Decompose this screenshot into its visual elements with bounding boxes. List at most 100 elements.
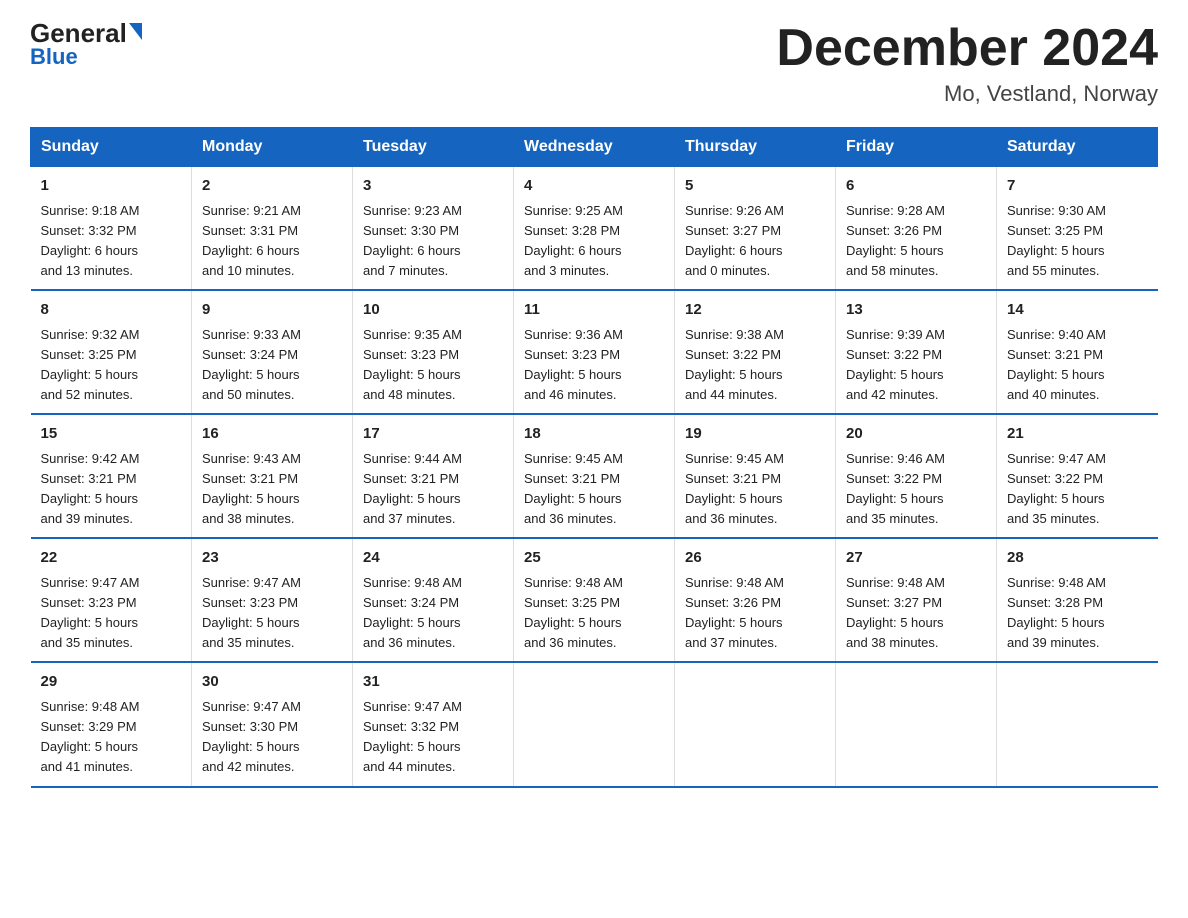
day-info: Sunrise: 9:45 AMSunset: 3:21 PMDaylight:… [685, 449, 825, 530]
calendar-cell [836, 662, 997, 786]
calendar-cell: 15 Sunrise: 9:42 AMSunset: 3:21 PMDaylig… [31, 414, 192, 538]
calendar-cell: 21 Sunrise: 9:47 AMSunset: 3:22 PMDaylig… [997, 414, 1158, 538]
day-info: Sunrise: 9:48 AMSunset: 3:28 PMDaylight:… [1007, 573, 1148, 654]
day-info: Sunrise: 9:46 AMSunset: 3:22 PMDaylight:… [846, 449, 986, 530]
header-row: Sunday Monday Tuesday Wednesday Thursday… [31, 128, 1158, 167]
day-info: Sunrise: 9:47 AMSunset: 3:23 PMDaylight:… [41, 573, 182, 654]
calendar-cell: 7 Sunrise: 9:30 AMSunset: 3:25 PMDayligh… [997, 167, 1158, 291]
day-info: Sunrise: 9:21 AMSunset: 3:31 PMDaylight:… [202, 201, 342, 282]
day-info: Sunrise: 9:32 AMSunset: 3:25 PMDaylight:… [41, 325, 182, 406]
day-info: Sunrise: 9:30 AMSunset: 3:25 PMDaylight:… [1007, 201, 1148, 282]
logo-blue: Blue [30, 44, 78, 70]
calendar-cell: 16 Sunrise: 9:43 AMSunset: 3:21 PMDaylig… [192, 414, 353, 538]
day-info: Sunrise: 9:47 AMSunset: 3:30 PMDaylight:… [202, 697, 342, 778]
header-saturday: Saturday [997, 128, 1158, 167]
day-number: 15 [41, 423, 182, 446]
day-number: 22 [41, 547, 182, 570]
calendar-cell: 23 Sunrise: 9:47 AMSunset: 3:23 PMDaylig… [192, 538, 353, 662]
calendar-week-4: 22 Sunrise: 9:47 AMSunset: 3:23 PMDaylig… [31, 538, 1158, 662]
day-info: Sunrise: 9:36 AMSunset: 3:23 PMDaylight:… [524, 325, 664, 406]
day-number: 11 [524, 299, 664, 322]
logo-general: General [30, 20, 142, 46]
day-number: 8 [41, 299, 182, 322]
calendar-cell: 30 Sunrise: 9:47 AMSunset: 3:30 PMDaylig… [192, 662, 353, 786]
calendar-cell: 20 Sunrise: 9:46 AMSunset: 3:22 PMDaylig… [836, 414, 997, 538]
day-number: 29 [41, 671, 182, 694]
day-info: Sunrise: 9:48 AMSunset: 3:29 PMDaylight:… [41, 697, 182, 778]
calendar-cell: 27 Sunrise: 9:48 AMSunset: 3:27 PMDaylig… [836, 538, 997, 662]
day-info: Sunrise: 9:39 AMSunset: 3:22 PMDaylight:… [846, 325, 986, 406]
calendar-week-2: 8 Sunrise: 9:32 AMSunset: 3:25 PMDayligh… [31, 290, 1158, 414]
page-header: General Blue December 2024 Mo, Vestland,… [30, 20, 1158, 107]
logo: General Blue [30, 20, 142, 70]
day-info: Sunrise: 9:25 AMSunset: 3:28 PMDaylight:… [524, 201, 664, 282]
header-wednesday: Wednesday [514, 128, 675, 167]
day-info: Sunrise: 9:47 AMSunset: 3:23 PMDaylight:… [202, 573, 342, 654]
day-number: 27 [846, 547, 986, 570]
day-number: 6 [846, 175, 986, 198]
day-number: 4 [524, 175, 664, 198]
day-number: 21 [1007, 423, 1148, 446]
header-thursday: Thursday [675, 128, 836, 167]
calendar-week-5: 29 Sunrise: 9:48 AMSunset: 3:29 PMDaylig… [31, 662, 1158, 786]
calendar-cell: 12 Sunrise: 9:38 AMSunset: 3:22 PMDaylig… [675, 290, 836, 414]
day-number: 10 [363, 299, 503, 322]
day-info: Sunrise: 9:26 AMSunset: 3:27 PMDaylight:… [685, 201, 825, 282]
day-info: Sunrise: 9:48 AMSunset: 3:27 PMDaylight:… [846, 573, 986, 654]
title-block: December 2024 Mo, Vestland, Norway [776, 20, 1158, 107]
calendar-cell: 22 Sunrise: 9:47 AMSunset: 3:23 PMDaylig… [31, 538, 192, 662]
day-info: Sunrise: 9:45 AMSunset: 3:21 PMDaylight:… [524, 449, 664, 530]
calendar-cell: 29 Sunrise: 9:48 AMSunset: 3:29 PMDaylig… [31, 662, 192, 786]
calendar-cell: 6 Sunrise: 9:28 AMSunset: 3:26 PMDayligh… [836, 167, 997, 291]
calendar-cell: 4 Sunrise: 9:25 AMSunset: 3:28 PMDayligh… [514, 167, 675, 291]
calendar-cell [997, 662, 1158, 786]
calendar-cell: 5 Sunrise: 9:26 AMSunset: 3:27 PMDayligh… [675, 167, 836, 291]
calendar-cell: 25 Sunrise: 9:48 AMSunset: 3:25 PMDaylig… [514, 538, 675, 662]
day-number: 1 [41, 175, 182, 198]
day-number: 16 [202, 423, 342, 446]
day-info: Sunrise: 9:47 AMSunset: 3:22 PMDaylight:… [1007, 449, 1148, 530]
day-info: Sunrise: 9:35 AMSunset: 3:23 PMDaylight:… [363, 325, 503, 406]
main-title: December 2024 [776, 20, 1158, 77]
day-info: Sunrise: 9:48 AMSunset: 3:25 PMDaylight:… [524, 573, 664, 654]
day-number: 19 [685, 423, 825, 446]
calendar-cell: 28 Sunrise: 9:48 AMSunset: 3:28 PMDaylig… [997, 538, 1158, 662]
header-friday: Friday [836, 128, 997, 167]
calendar-body: 1 Sunrise: 9:18 AMSunset: 3:32 PMDayligh… [31, 167, 1158, 787]
day-number: 12 [685, 299, 825, 322]
day-number: 7 [1007, 175, 1148, 198]
day-info: Sunrise: 9:28 AMSunset: 3:26 PMDaylight:… [846, 201, 986, 282]
day-number: 20 [846, 423, 986, 446]
calendar-cell: 19 Sunrise: 9:45 AMSunset: 3:21 PMDaylig… [675, 414, 836, 538]
calendar-cell: 17 Sunrise: 9:44 AMSunset: 3:21 PMDaylig… [353, 414, 514, 538]
day-number: 13 [846, 299, 986, 322]
calendar-cell: 24 Sunrise: 9:48 AMSunset: 3:24 PMDaylig… [353, 538, 514, 662]
day-number: 30 [202, 671, 342, 694]
day-info: Sunrise: 9:44 AMSunset: 3:21 PMDaylight:… [363, 449, 503, 530]
day-info: Sunrise: 9:43 AMSunset: 3:21 PMDaylight:… [202, 449, 342, 530]
calendar-cell: 3 Sunrise: 9:23 AMSunset: 3:30 PMDayligh… [353, 167, 514, 291]
day-number: 5 [685, 175, 825, 198]
calendar-cell: 13 Sunrise: 9:39 AMSunset: 3:22 PMDaylig… [836, 290, 997, 414]
calendar-table: Sunday Monday Tuesday Wednesday Thursday… [30, 127, 1158, 787]
header-sunday: Sunday [31, 128, 192, 167]
day-number: 31 [363, 671, 503, 694]
calendar-cell: 10 Sunrise: 9:35 AMSunset: 3:23 PMDaylig… [353, 290, 514, 414]
day-number: 26 [685, 547, 825, 570]
day-number: 14 [1007, 299, 1148, 322]
day-number: 2 [202, 175, 342, 198]
day-info: Sunrise: 9:40 AMSunset: 3:21 PMDaylight:… [1007, 325, 1148, 406]
day-info: Sunrise: 9:38 AMSunset: 3:22 PMDaylight:… [685, 325, 825, 406]
calendar-week-3: 15 Sunrise: 9:42 AMSunset: 3:21 PMDaylig… [31, 414, 1158, 538]
calendar-cell: 18 Sunrise: 9:45 AMSunset: 3:21 PMDaylig… [514, 414, 675, 538]
calendar-cell: 9 Sunrise: 9:33 AMSunset: 3:24 PMDayligh… [192, 290, 353, 414]
day-number: 17 [363, 423, 503, 446]
calendar-header: Sunday Monday Tuesday Wednesday Thursday… [31, 128, 1158, 167]
calendar-cell: 2 Sunrise: 9:21 AMSunset: 3:31 PMDayligh… [192, 167, 353, 291]
day-number: 18 [524, 423, 664, 446]
calendar-cell: 8 Sunrise: 9:32 AMSunset: 3:25 PMDayligh… [31, 290, 192, 414]
day-info: Sunrise: 9:23 AMSunset: 3:30 PMDaylight:… [363, 201, 503, 282]
day-number: 9 [202, 299, 342, 322]
header-monday: Monday [192, 128, 353, 167]
day-number: 3 [363, 175, 503, 198]
